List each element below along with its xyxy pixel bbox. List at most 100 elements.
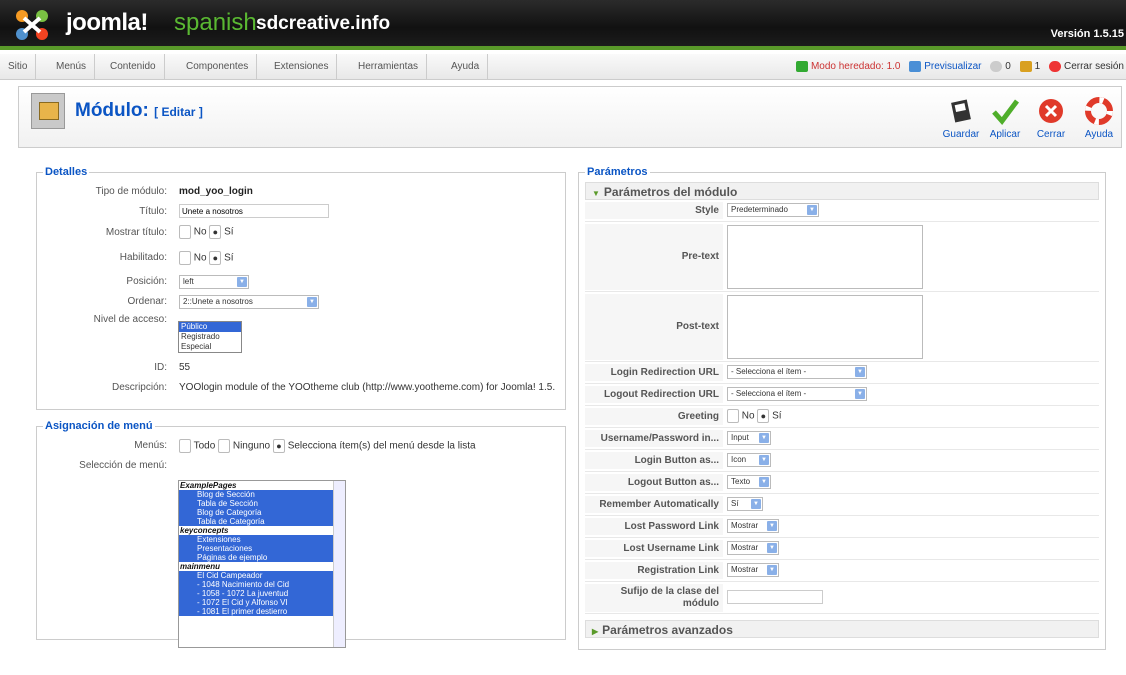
advanced-params-header[interactable]: ▶ Parámetros avanzados [585, 620, 1099, 638]
description-value: YOOlogin module of the YOOtheme club (ht… [179, 382, 556, 393]
save-button[interactable]: Guardar [939, 97, 983, 145]
right-panel: Parámetros ▼ Parámetros del módulo Style P… [578, 166, 1106, 650]
access-level-list[interactable]: Público Registrado Especial [178, 321, 242, 353]
login-redirect-select[interactable]: - Selecciona el ítem - [727, 365, 867, 379]
order-select[interactable]: 2::Unete a nosotros [179, 295, 319, 309]
menu-option[interactable]: Páginas de ejemplo [179, 553, 345, 562]
menu-contenido[interactable]: Contenido [102, 54, 165, 80]
menu-herramientas[interactable]: Herramientas [350, 54, 428, 80]
suffix-input[interactable] [727, 590, 823, 604]
joomla-logo-icon [16, 10, 48, 40]
module-icon [31, 93, 65, 129]
lost-username-select[interactable]: Mostrar [727, 541, 779, 555]
menu-assignment-fieldset: Asignación de menú Menús: Todo Ninguno ●… [36, 420, 566, 648]
menu-option[interactable]: - 1058 - 1072 La juventud [179, 589, 345, 598]
greeting-row: Greeting No ● Sí [585, 406, 1099, 428]
menu-sitio[interactable]: Sitio [0, 54, 37, 80]
joomla-small-icon [795, 60, 808, 72]
menus-select-radio[interactable]: ● [272, 439, 285, 453]
order-row: Ordenar: 2::Unete a nosotros [43, 292, 559, 312]
preview-icon [909, 60, 922, 72]
menu-option[interactable]: - 1081 El primer destierro [179, 607, 345, 616]
menu-option[interactable]: Extensiones [179, 535, 345, 544]
style-select[interactable]: Predeterminado [727, 203, 819, 217]
close-button[interactable]: Cerrar [1029, 97, 1073, 145]
menu-selection-list[interactable]: ExamplePages Blog de Sección Tabla de Se… [178, 480, 346, 648]
menu-option[interactable]: El Cid Campeador [179, 571, 345, 580]
menu-option[interactable]: Blog de Sección [179, 490, 345, 499]
greeting-yes-radio[interactable]: ● [757, 409, 770, 423]
menu-extensiones[interactable]: Extensiones [266, 54, 338, 80]
username-row: Username/Password in... Input [585, 428, 1099, 450]
preview-link[interactable]: Previsualizar [909, 54, 982, 80]
toolbar: Módulo: [ Editar ] Guardar Aplicar Cerra… [18, 86, 1122, 148]
menu-option[interactable]: Blog de Categoría [179, 508, 345, 517]
remember-select[interactable]: Sí [727, 497, 763, 511]
menu-group: mainmenu [180, 562, 221, 571]
page-subtitle: [ Editar ] [154, 105, 203, 119]
module-type-value: mod_yoo_login [179, 186, 253, 197]
check-icon [992, 99, 1019, 125]
remember-row: Remember Automatically Sí [585, 494, 1099, 516]
menus-none-radio[interactable] [218, 439, 231, 453]
description-row: Descripción: YOOlogin module of the YOOth… [111, 382, 556, 393]
menus-all-radio[interactable] [179, 439, 191, 453]
enabled-no-radio[interactable] [179, 251, 191, 265]
login-redirect-row: Login Redirection URL - Selecciona el íte… [585, 362, 1099, 384]
position-row: Posición: left [43, 272, 559, 292]
menu-group: keyconcepts [180, 526, 229, 535]
menu-option[interactable]: Tabla de Categoría [179, 517, 345, 526]
show-title-no-radio[interactable] [179, 225, 191, 239]
access-option[interactable]: Especial [179, 342, 241, 352]
help-button[interactable]: Ayuda [1077, 97, 1121, 145]
pretext-textarea[interactable] [727, 225, 923, 289]
header: joomla! spanish sdcreative.info Versión … [0, 0, 1126, 50]
menu-ayuda[interactable]: Ayuda [443, 54, 489, 80]
apply-button[interactable]: Aplicar [983, 97, 1027, 145]
menu-list-scrollbar[interactable] [333, 481, 345, 647]
lost-username-row: Lost Username Link Mostrar [585, 538, 1099, 560]
expanded-triangle-icon: ▼ [592, 189, 600, 198]
menu-option[interactable]: - 1048 Nacimiento del Cid [179, 580, 345, 589]
enabled-row: Habilitado: No ● Sí [119, 251, 234, 265]
left-panel: Detalles Tipo de módulo: mod_yoo_login Tí… [36, 166, 566, 648]
access-option[interactable]: Público [179, 322, 241, 332]
messages-count[interactable]: 0 [990, 54, 1011, 80]
module-type-row: Tipo de módulo: mod_yoo_login [95, 186, 253, 197]
menu-assignment-legend: Asignación de menú [45, 420, 153, 432]
details-fieldset: Detalles Tipo de módulo: mod_yoo_login Tí… [36, 166, 566, 410]
menu-option[interactable]: Presentaciones [179, 544, 345, 553]
position-select[interactable]: left [179, 275, 249, 289]
show-title-yes-radio[interactable]: ● [209, 225, 222, 239]
help-lifebuoy-icon [1085, 97, 1113, 125]
id-value: 55 [179, 362, 191, 373]
title-input[interactable] [179, 204, 329, 218]
show-title-row: Mostrar título: No ● Sí [105, 225, 234, 239]
username-select[interactable]: Input [727, 431, 771, 445]
details-legend: Detalles [45, 166, 88, 178]
parameters-fieldset: Parámetros ▼ Parámetros del módulo Style P… [578, 166, 1106, 650]
lost-password-select[interactable]: Mostrar [727, 519, 779, 533]
menu-option[interactable]: Tabla de Sección [179, 499, 345, 508]
greeting-no-radio[interactable] [727, 409, 739, 423]
posttext-textarea[interactable] [727, 295, 923, 359]
style-row: Style Predeterminado [585, 200, 1099, 222]
access-option[interactable]: Registrado [179, 332, 241, 342]
users-count[interactable]: 1 [1019, 54, 1040, 80]
registration-select[interactable]: Mostrar [727, 563, 779, 577]
enabled-yes-radio[interactable]: ● [209, 251, 222, 265]
page-title: Módulo: [ Editar ] [75, 100, 203, 121]
module-params-header[interactable]: ▼ Parámetros del módulo [585, 182, 1099, 200]
menu-option[interactable]: - 1072 El Cid y Alfonso VI [179, 598, 345, 607]
logout-link[interactable]: Cerrar sesión [1048, 54, 1124, 80]
legacy-mode: Modo heredado: 1.0 [795, 54, 900, 80]
logout-button-select[interactable]: Texto [727, 475, 771, 489]
menu-componentes[interactable]: Componentes [178, 54, 258, 80]
save-icon [951, 99, 971, 123]
login-button-select[interactable]: Icon [727, 453, 771, 467]
logout-redirect-select[interactable]: - Selecciona el ítem - [727, 387, 867, 401]
login-button-row: Login Button as... Icon [585, 450, 1099, 472]
menu-menus[interactable]: Menús [48, 54, 96, 80]
access-row: Nivel de acceso: [93, 314, 167, 325]
menus-row: Menús: Todo Ninguno ● Selecciona ítem(s)… [134, 439, 476, 453]
